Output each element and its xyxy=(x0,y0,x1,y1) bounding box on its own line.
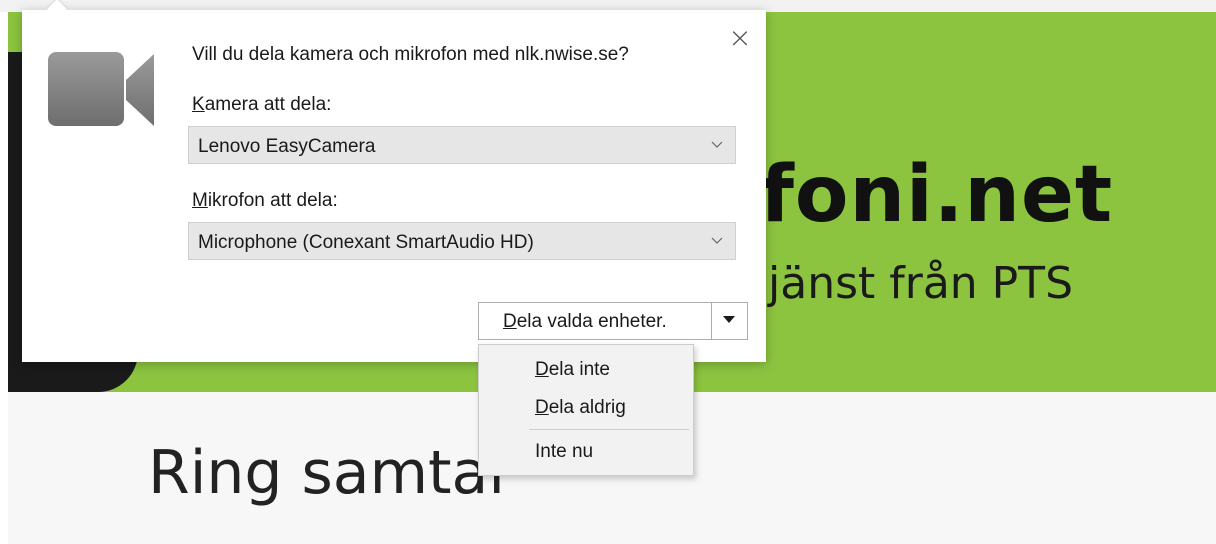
page-heading: Ring samtal xyxy=(148,438,505,508)
camera-label: Kamera att dela: xyxy=(192,94,331,116)
microphone-select-value: Microphone (Conexant SmartAudio HD) xyxy=(198,232,534,253)
share-options-dropdown-button[interactable] xyxy=(712,303,747,339)
share-selected-devices-button[interactable]: Dela valda enheter. xyxy=(479,303,711,339)
menu-item-accesskey: D xyxy=(535,397,549,418)
web-page: foni.net jänst från PTS Ring samtal Vill… xyxy=(0,0,1216,544)
video-camera-icon xyxy=(48,52,154,126)
microphone-label-accesskey: M xyxy=(192,190,208,211)
menu-item-accesskey: D xyxy=(535,359,549,380)
chevron-down-icon xyxy=(711,237,723,244)
brand-title: foni.net xyxy=(760,150,1114,240)
popup-question: Vill du dela kamera och mikrofon med nlk… xyxy=(192,44,629,65)
menu-item-never-share[interactable]: Dela aldrig xyxy=(479,391,693,427)
menu-item-text: ela inte xyxy=(548,359,611,380)
menu-separator xyxy=(529,429,689,430)
share-button-label: Dela valda enheter. xyxy=(503,311,667,333)
menu-item-text: ela aldrig xyxy=(548,397,626,418)
chevron-down-icon xyxy=(711,141,723,148)
camera-label-accesskey: K xyxy=(192,94,205,115)
microphone-label: Mikrofon att dela: xyxy=(192,190,338,212)
camera-select-value: Lenovo EasyCamera xyxy=(198,136,376,157)
brand-subtitle: jänst från PTS xyxy=(768,258,1073,309)
menu-item-text: Inte nu xyxy=(535,441,594,462)
menu-item-label: Dela inte xyxy=(535,359,610,381)
camera-label-text: amera att dela: xyxy=(204,94,332,115)
share-options-menu: Dela inte Dela aldrig Inte nu xyxy=(478,344,694,476)
menu-item-label: Dela aldrig xyxy=(535,397,626,419)
microphone-label-text: ikrofon att dela: xyxy=(207,190,338,211)
menu-item-label: Inte nu xyxy=(535,441,593,463)
share-button-accesskey: D xyxy=(503,311,517,332)
share-button-text: ela valda enheter. xyxy=(516,311,667,332)
triangle-down-icon xyxy=(723,316,735,323)
menu-item-dont-share[interactable]: Dela inte xyxy=(479,353,693,389)
menu-item-not-now[interactable]: Inte nu xyxy=(479,435,693,471)
microphone-select[interactable]: Microphone (Conexant SmartAudio HD) xyxy=(188,222,736,260)
close-icon[interactable]: × xyxy=(726,24,754,52)
share-split-button: Dela valda enheter. xyxy=(478,302,748,340)
camera-select[interactable]: Lenovo EasyCamera xyxy=(188,126,736,164)
